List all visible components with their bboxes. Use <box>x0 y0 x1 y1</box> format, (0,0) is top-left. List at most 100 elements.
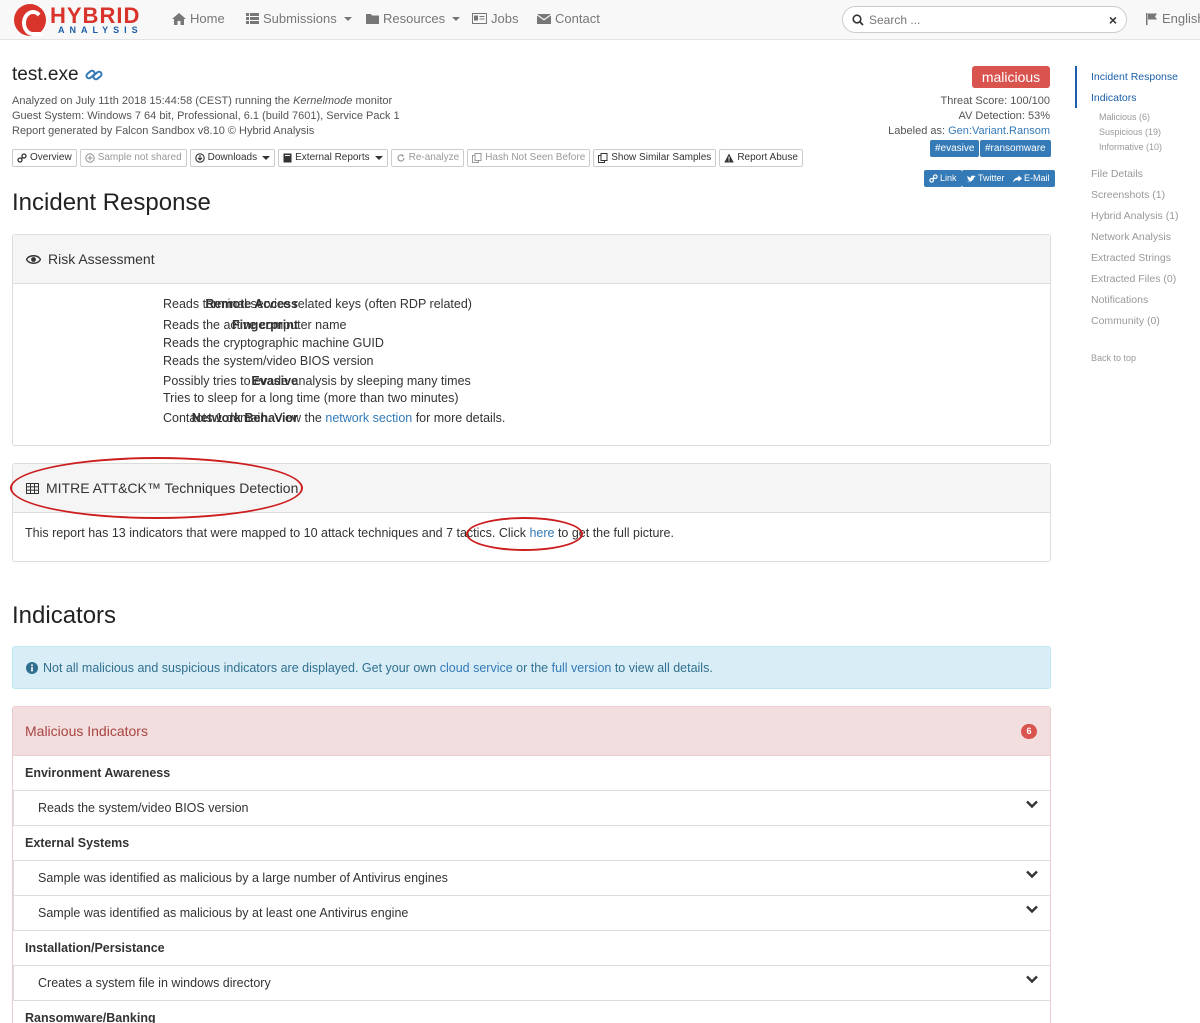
table-icon <box>26 482 39 494</box>
sidebar-item-extracted-strings[interactable]: Extracted Strings <box>1091 252 1171 264</box>
eye-icon <box>26 254 41 264</box>
verdict-badge: malicious <box>972 66 1050 88</box>
mitre-title: MITRE ATT&CK™ Techniques Detection <box>46 480 299 496</box>
sidebar-item-community[interactable]: Community (0) <box>1091 315 1160 327</box>
analyzed-info: Analyzed on July 11th 2018 15:44:58 (CES… <box>12 95 392 107</box>
caret-down-icon <box>262 156 271 160</box>
chevron-down-icon[interactable] <box>1026 800 1038 809</box>
report-abuse-button[interactable]: Report Abuse <box>719 149 803 167</box>
indicator-text: Sample was identified as malicious by at… <box>38 906 409 920</box>
caret-down-icon <box>343 16 352 21</box>
mitre-here-link[interactable]: here <box>529 526 554 540</box>
sidebar-item-suspicious[interactable]: Suspicious (19) <box>1099 127 1161 137</box>
copy-icon <box>598 153 608 163</box>
nav-contact[interactable]: Contact <box>537 11 600 26</box>
chevron-down-icon[interactable] <box>1026 975 1038 984</box>
sidebar-item-notifications[interactable]: Notifications <box>1091 294 1148 306</box>
plus-circle-icon <box>84 153 95 163</box>
link-icon[interactable] <box>85 67 103 83</box>
tag-evasive[interactable]: #evasive <box>930 140 980 157</box>
id-card-icon <box>472 13 487 24</box>
chevron-down-icon[interactable] <box>1026 905 1038 914</box>
labeled-as-link[interactable]: Gen:Variant.Ransom <box>948 125 1050 137</box>
sidebar-item-incident-response[interactable]: Incident Response <box>1091 71 1178 83</box>
folder-icon <box>366 14 379 24</box>
sidebar-item-file-details[interactable]: File Details <box>1091 168 1143 180</box>
indicator-row[interactable]: Sample was identified as malicious by at… <box>13 896 1050 931</box>
risk-assessment-header[interactable]: Risk Assessment <box>13 235 1050 284</box>
twitter-icon <box>967 174 976 182</box>
hybrid-analysis-logo[interactable]: HYBRID ANALYSIS <box>14 3 154 37</box>
alert-prefix: Not all malicious and suspicious indicat… <box>43 660 440 675</box>
file-title: test.exe <box>12 64 103 86</box>
category-environment-awareness: Environment Awareness <box>13 756 1050 791</box>
external-reports-button[interactable]: External Reports <box>278 149 388 167</box>
share-email-button[interactable]: E-Mail <box>1008 170 1055 187</box>
sidebar-item-screenshots[interactable]: Screenshots (1) <box>1091 189 1165 201</box>
hash-not-seen-button[interactable]: Hash Not Seen Before <box>467 149 591 167</box>
flag-icon <box>1146 12 1157 25</box>
sidebar-item-informative[interactable]: Informative (10) <box>1099 142 1162 152</box>
nav-home[interactable]: Home <box>172 11 225 26</box>
nav-jobs-label: Jobs <box>491 11 519 26</box>
sample-not-shared-button[interactable]: Sample not shared <box>79 149 187 167</box>
tag-ransomware[interactable]: #ransomware <box>980 140 1051 157</box>
sample-not-shared-label: Sample not shared <box>97 152 182 163</box>
nav-resources[interactable]: Resources <box>366 11 461 26</box>
nav-resources-label: Resources <box>383 11 446 26</box>
logo-text: HYBRID <box>50 3 141 28</box>
caret-down-icon <box>374 156 383 160</box>
share-twitter-label: Twitter <box>978 173 1005 183</box>
re-analyze-button[interactable]: Re-analyze <box>390 149 465 167</box>
logo-subtext: ANALYSIS <box>58 25 143 35</box>
share-twitter-button[interactable]: Twitter <box>962 170 1010 187</box>
overview-button[interactable]: Overview <box>12 149 77 167</box>
indicator-row[interactable]: Reads the system/video BIOS version <box>13 791 1050 826</box>
full-version-link[interactable]: full version <box>552 661 612 675</box>
warning-icon <box>724 153 735 163</box>
sidebar-item-malicious[interactable]: Malicious (6) <box>1099 112 1150 122</box>
search-input[interactable] <box>869 11 1099 29</box>
language-label: English <box>1162 11 1200 26</box>
indicators-heading: Indicators <box>12 602 117 629</box>
share-link-button[interactable]: Link <box>924 170 962 187</box>
risk-item: Possibly tries to evade analysis by slee… <box>163 374 471 388</box>
risk-item-network: Contacts 1 domain. View the network sect… <box>163 411 505 425</box>
cloud-service-link[interactable]: cloud service <box>440 661 513 675</box>
category-installation-persistance: Installation/Persistance <box>13 931 1050 966</box>
sidebar-back-to-top[interactable]: Back to top <box>1091 353 1136 363</box>
sidebar-item-hybrid-analysis[interactable]: Hybrid Analysis (1) <box>1091 210 1179 222</box>
malicious-count-badge: 6 <box>1021 724 1037 739</box>
hash-not-seen-label: Hash Not Seen Before <box>485 152 586 163</box>
sidebar-item-network-analysis[interactable]: Network Analysis <box>1091 231 1171 243</box>
share-link-label: Link <box>940 173 957 183</box>
nav-submissions-label: Submissions <box>263 11 337 26</box>
language-selector[interactable]: English <box>1146 11 1200 26</box>
mitre-header[interactable]: MITRE ATT&CK™ Techniques Detection <box>13 464 1050 513</box>
category-external-systems: External Systems <box>13 826 1050 861</box>
clear-search-icon[interactable]: × <box>1109 11 1117 29</box>
show-similar-label: Show Similar Samples <box>611 152 712 163</box>
indicator-row[interactable]: Creates a system file in windows directo… <box>13 966 1050 1001</box>
alert-text: Not all malicious and suspicious indicat… <box>43 661 713 675</box>
network-section-link[interactable]: network section <box>325 411 412 425</box>
indicator-text: Sample was identified as malicious by a … <box>38 871 448 885</box>
sidebar-item-extracted-files[interactable]: Extracted Files (0) <box>1091 273 1176 285</box>
share-email-label: E-Mail <box>1024 173 1050 183</box>
nav-submissions[interactable]: Submissions <box>246 11 352 26</box>
indicator-text: Creates a system file in windows directo… <box>38 976 271 990</box>
analyzed-prefix: Analyzed on July 11th 2018 15:44:58 (CES… <box>12 95 294 107</box>
show-similar-samples-button[interactable]: Show Similar Samples <box>593 149 717 167</box>
threat-score: Threat Score: 100/100 <box>940 95 1050 107</box>
alert-mid: or the <box>512 660 552 675</box>
downloads-button[interactable]: Downloads <box>189 149 276 167</box>
sidebar-item-indicators[interactable]: Indicators <box>1091 92 1137 104</box>
file-name: test.exe <box>12 64 79 85</box>
chevron-down-icon[interactable] <box>1026 870 1038 879</box>
mitre-summary: This report has 13 indicators that were … <box>25 526 674 540</box>
info-alert: Not all malicious and suspicious indicat… <box>12 646 1051 689</box>
malicious-indicators-header[interactable]: Malicious Indicators 6 <box>13 707 1050 756</box>
nav-jobs[interactable]: Jobs <box>472 11 518 26</box>
indicator-row[interactable]: Sample was identified as malicious by a … <box>13 861 1050 896</box>
re-analyze-label: Re-analyze <box>408 152 460 163</box>
